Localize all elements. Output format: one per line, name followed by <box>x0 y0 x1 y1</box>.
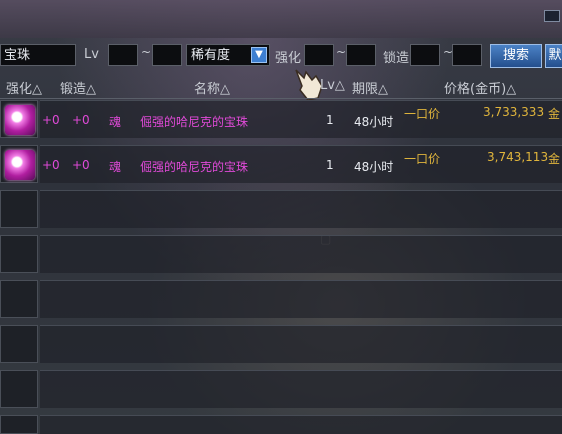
col-name[interactable]: 名称△ <box>194 78 230 97</box>
row-background <box>40 415 562 434</box>
orb-icon <box>5 150 35 180</box>
search-bar: 宝珠 Lv ~ 稀有度 ▼ 强化 ~ 锁造 ~ 搜索 默 <box>0 44 562 68</box>
enhance-value: +0 <box>42 113 60 127</box>
top-strip <box>0 0 562 38</box>
forge-value: +0 <box>72 113 90 127</box>
col-forge[interactable]: 锻造△ <box>60 78 96 97</box>
item-slot[interactable] <box>0 190 38 228</box>
item-slot[interactable] <box>0 415 38 434</box>
enhance-range-sep: ~ <box>336 45 347 59</box>
lock-min-input[interactable] <box>410 44 440 66</box>
item-name[interactable]: 倔强的哈尼克的宝珠 <box>140 113 248 130</box>
currency-label: 金 <box>548 107 561 121</box>
row-background <box>40 325 562 363</box>
table-row[interactable] <box>0 280 562 320</box>
soul-badge: 魂 <box>109 115 122 129</box>
currency-label: 金 <box>548 152 561 166</box>
col-enhance[interactable]: 强化△ <box>6 78 42 97</box>
table-row[interactable]: +0 +0 魂 倔强的哈尼克的宝珠 1 48小时 一口价 3,733,333 金 <box>0 100 562 140</box>
soul-badge: 魂 <box>109 160 122 174</box>
col-period[interactable]: 期限△ <box>352 78 388 97</box>
sale-type: 一口价 <box>404 107 441 121</box>
item-period: 48小时 <box>354 115 394 129</box>
window-control-icon[interactable] <box>544 10 560 22</box>
item-lv: 1 <box>326 113 334 127</box>
lv-max-input[interactable] <box>152 44 182 66</box>
item-slot[interactable] <box>0 325 38 363</box>
sale-type: 一口价 <box>404 152 441 166</box>
table-row[interactable] <box>0 325 562 365</box>
table-row[interactable] <box>0 370 562 410</box>
lv-min-input[interactable] <box>108 44 138 66</box>
keyword-input[interactable]: 宝珠 <box>0 44 76 66</box>
chevron-down-icon[interactable]: ▼ <box>251 47 267 63</box>
col-lv[interactable]: Lv△ <box>320 78 345 93</box>
table-row[interactable] <box>0 415 562 434</box>
table-row[interactable] <box>0 190 562 230</box>
item-slot[interactable] <box>0 280 38 318</box>
rarity-select[interactable]: 稀有度 ▼ <box>186 44 270 66</box>
lock-label: 锁造 <box>383 51 410 66</box>
table-row[interactable]: +0 +0 魂 倔强的哈尼克的宝珠 1 48小时 一口价 3,743,113 金 <box>0 145 562 185</box>
item-price: 3,733,333 <box>483 105 545 119</box>
search-button[interactable]: 搜索 <box>490 44 542 68</box>
item-slot[interactable] <box>0 370 38 408</box>
item-lv: 1 <box>326 158 334 172</box>
forge-value: +0 <box>72 158 90 172</box>
lv-label: Lv <box>84 47 99 62</box>
enhance-max-input[interactable] <box>346 44 376 66</box>
lv-range-sep: ~ <box>141 45 152 59</box>
lock-max-input[interactable] <box>452 44 482 66</box>
item-name[interactable]: 倔强的哈尼克的宝珠 <box>140 158 248 175</box>
item-period: 48小时 <box>354 160 394 174</box>
row-background <box>40 280 562 318</box>
row-background <box>40 190 562 228</box>
orb-icon <box>5 105 35 135</box>
col-price[interactable]: 价格(金币)△ <box>444 78 516 97</box>
table-row[interactable] <box>0 235 562 275</box>
item-slot[interactable] <box>0 145 38 183</box>
default-button[interactable]: 默 <box>545 44 562 68</box>
enhance-min-input[interactable] <box>304 44 334 66</box>
column-header: 强化△ 锻造△ 名称△ Lv△ 期限△ 价格(金币)△ <box>0 76 562 97</box>
enhance-value: +0 <box>42 158 60 172</box>
rarity-select-value: 稀有度 <box>191 48 231 63</box>
row-background <box>40 370 562 408</box>
item-slot[interactable] <box>0 235 38 273</box>
item-price: 3,743,113 <box>487 150 549 164</box>
header-divider <box>0 98 562 99</box>
row-background <box>40 235 562 273</box>
item-slot[interactable] <box>0 100 38 138</box>
